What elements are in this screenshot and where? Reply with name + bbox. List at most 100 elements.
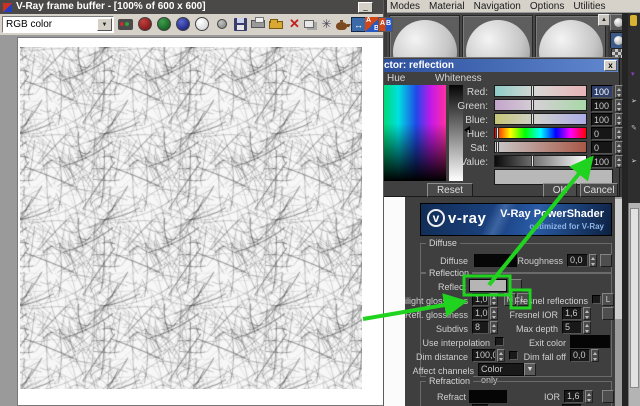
menu-utilities[interactable]: Utilities [573,1,605,12]
cursor-icon[interactable]: ➢ [631,98,637,105]
reset-button[interactable]: Reset [427,183,473,197]
green-spinner[interactable] [615,99,623,112]
dialog-titlebar[interactable]: ctor: reflection [380,59,618,72]
cancel-button[interactable]: Cancel [580,183,618,197]
print-image-button[interactable] [250,16,267,33]
dropdown-arrow-icon[interactable]: ▼ [524,363,536,376]
red-channel-button[interactable] [137,16,154,33]
roughness-field[interactable]: 0,0 [567,254,588,267]
ab-split-icon [378,17,393,32]
subdivs-spinner[interactable] [490,321,498,334]
render-last-button[interactable] [334,16,351,33]
tool-glyph-icon[interactable]: ▾ [631,71,635,78]
compare-ab2-button[interactable] [377,16,394,33]
affect-channels-dropdown[interactable]: Color only [478,363,524,385]
hue-field[interactable]: 0 [591,127,613,140]
diffuse-color-swatch[interactable] [474,254,517,267]
use-interpolation-label: Use interpolation [422,338,490,348]
value-spinner[interactable] [615,155,623,168]
screenshot-3dsmax-vray: Modes Material Navigation Options Utilit… [0,0,640,406]
alpha-channel-button[interactable] [194,16,211,33]
green-channel-button[interactable] [156,16,173,33]
tool-icon[interactable] [630,15,637,26]
blue-channel-button[interactable] [175,16,192,33]
roughness-map-button[interactable] [600,254,612,267]
menu-options[interactable]: Options [530,1,564,12]
slider-handle[interactable] [496,141,499,153]
refl-glossiness-field[interactable]: 1,0 [472,307,489,320]
refract-color-swatch[interactable] [469,390,507,403]
blue-field[interactable]: 100 [591,113,613,126]
main-vertical-scrollbar[interactable] [628,203,640,406]
duplicate-buffer-button[interactable] [302,16,319,33]
dim-distance-field[interactable]: 100,0c [472,349,496,362]
green-slider[interactable] [494,99,587,111]
load-image-button[interactable] [268,16,285,33]
refl-glossiness-spinner[interactable] [490,307,498,320]
menu-modes[interactable]: Modes [390,1,420,12]
dim-falloff-field[interactable]: 0,0 [570,349,590,362]
ior-lock-button[interactable] [602,390,614,403]
sat-slider[interactable] [494,141,587,153]
max-depth-spinner[interactable] [583,321,591,334]
dim-falloff-spinner[interactable] [591,349,599,362]
sat-spinner[interactable] [615,141,623,154]
subdivs-field[interactable]: 8 [472,321,489,334]
monochrome-button[interactable] [214,16,231,33]
roughness-spinner[interactable] [589,254,597,267]
dim-distance-checkbox[interactable] [509,351,518,360]
red-slider[interactable] [494,85,587,97]
reflect-map-button[interactable] [510,279,522,292]
slider-handle[interactable] [531,155,534,167]
rgb-channels-icon[interactable] [118,16,135,33]
max-depth-field[interactable]: 5 [562,321,582,334]
ior-field[interactable]: 1,6 [564,390,584,403]
fresnel-l-button[interactable]: L [602,293,614,306]
use-interpolation-checkbox[interactable] [495,337,504,346]
fresnel-reflections-checkbox[interactable] [592,295,601,304]
fresnel-ior-field[interactable]: 1,6 [562,307,582,320]
hilight-glossiness-spinner[interactable] [490,293,498,306]
ok-button[interactable]: OK [543,183,577,197]
dim-distance-spinner[interactable] [497,349,505,362]
sat-field[interactable]: 0 [591,141,613,154]
red-spinner[interactable] [615,85,623,98]
slider-handle[interactable] [496,127,499,139]
slot-scroll-up-button[interactable]: ▲ [598,14,610,26]
scrollbar-thumb[interactable] [615,199,622,319]
slider-handle[interactable] [531,113,534,125]
close-icon[interactable]: x [604,60,617,71]
combo-dropdown-icon[interactable]: ▼ [97,18,112,31]
value-slider[interactable] [494,155,587,167]
cursor-icon[interactable]: ➢ [631,158,637,165]
hue-spinner[interactable] [615,127,623,140]
clear-image-button[interactable]: ✕ [286,16,303,33]
hue-picker-box[interactable] [380,85,446,181]
blue-spinner[interactable] [615,113,623,126]
tool-glyph-icon[interactable]: ✎ [631,125,637,132]
exit-color-swatch[interactable] [570,335,610,348]
fresnel-ior-spinner[interactable] [583,307,591,320]
scrollbar-thumb[interactable] [630,208,639,388]
rollout-scrollbar[interactable] [615,197,622,406]
green-field[interactable]: 100 [591,99,613,112]
red-field[interactable]: 100 [591,85,613,98]
menu-material[interactable]: Material [429,1,465,12]
hilight-glossiness-field[interactable]: 1,0 [472,293,489,306]
ior-spinner[interactable] [585,390,593,403]
slider-handle[interactable] [531,99,534,111]
vfb-titlebar[interactable]: V-Ray frame buffer - [100% of 600 x 600] [0,0,383,14]
hue-slider[interactable] [494,127,587,139]
blue-slider[interactable] [494,113,587,125]
minimize-button[interactable]: _ [358,2,373,13]
save-image-button[interactable] [232,16,249,33]
menu-navigation[interactable]: Navigation [474,1,521,12]
value-field[interactable]: 100 [591,155,613,168]
fresnel-ior-lock-button[interactable] [602,307,614,320]
channel-select-combo[interactable]: RGB color ▼ [2,16,114,33]
vray-powershader-banner: v-ray V-Ray PowerShader optimized for V-… [420,203,612,236]
track-mouse-button[interactable]: ✳ [318,16,335,33]
slider-handle[interactable] [531,85,534,97]
reflect-color-swatch[interactable] [469,279,507,292]
main-toolbar-strip: ▾ ➢ ✎ ➢ [628,13,640,203]
